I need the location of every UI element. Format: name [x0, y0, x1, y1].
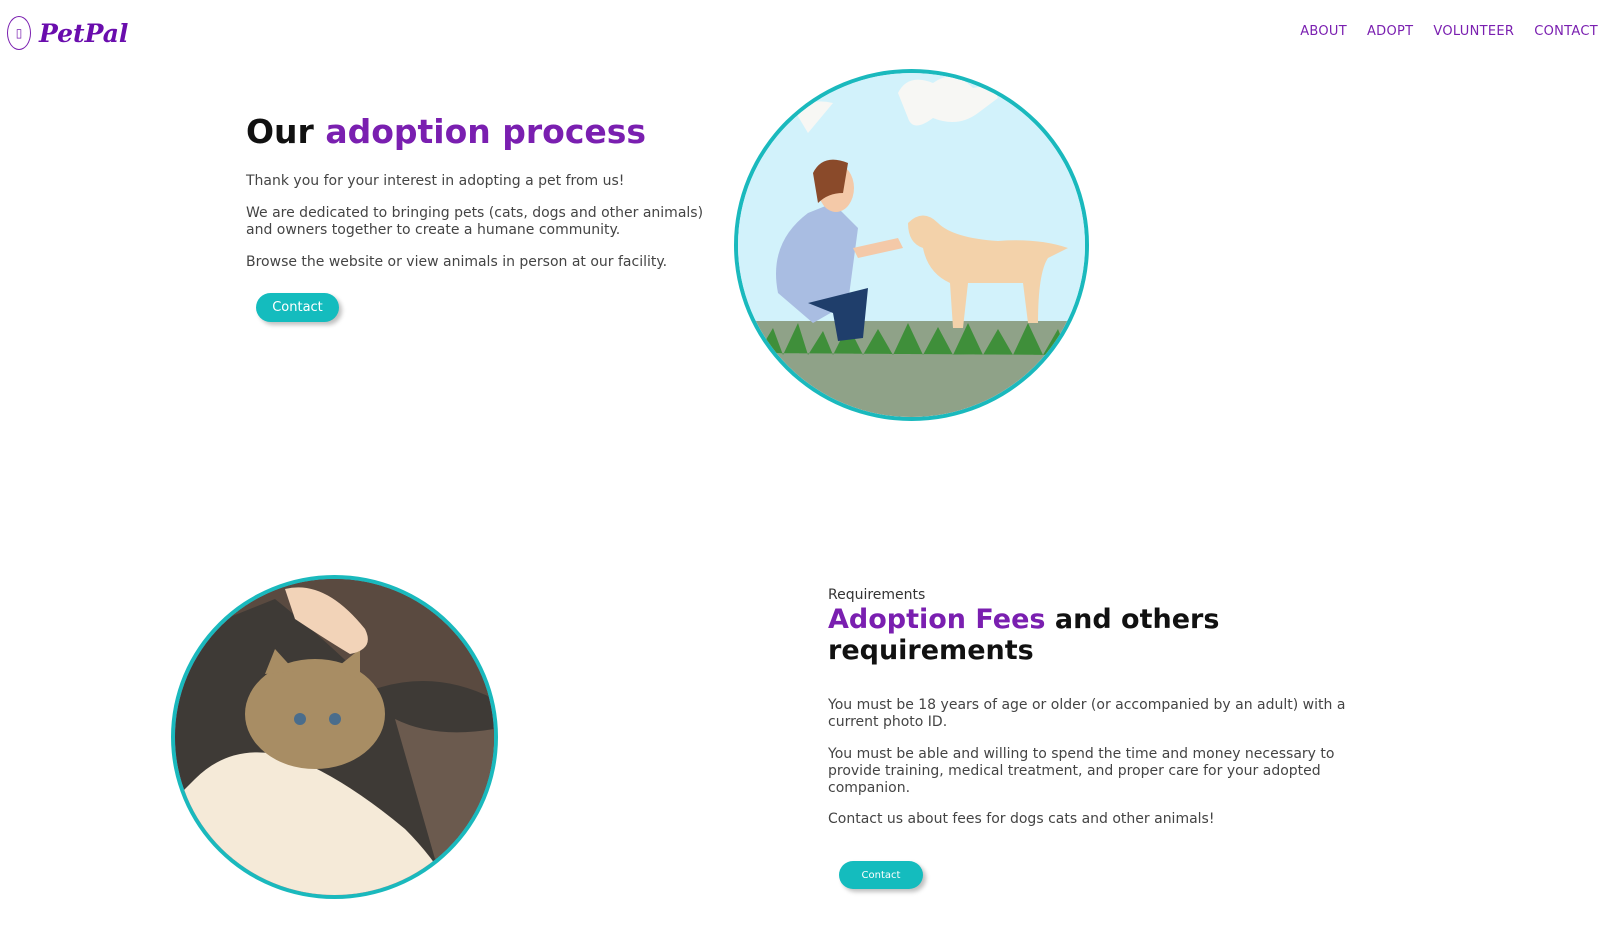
- hero-paragraph: Thank you for your interest in adopting …: [246, 173, 625, 189]
- hero-contact-button[interactable]: Contact: [256, 293, 339, 322]
- phone-outline-icon: ▯: [7, 16, 31, 50]
- hero-paragraph: Browse the website or view animals in pe…: [246, 254, 668, 270]
- main-nav: ABOUT ADOPT VOLUNTEER CONTACT: [1300, 24, 1598, 39]
- hero-title-plain: Our: [246, 112, 314, 151]
- hero-title: Our adoption process: [246, 112, 646, 151]
- hero-paragraph: We are dedicated to bringing pets (cats,…: [246, 205, 704, 238]
- requirements-title: Adoption Fees and others requirements: [828, 604, 1248, 666]
- requirements-title-accent: Adoption Fees: [828, 604, 1046, 635]
- woman-with-dog-illustration: [734, 69, 1089, 421]
- requirements-paragraph: Contact us about fees for dogs cats and …: [828, 811, 1215, 827]
- nav-adopt[interactable]: ADOPT: [1367, 24, 1413, 39]
- hero-title-accent: adoption process: [325, 112, 647, 151]
- nav-about[interactable]: ABOUT: [1300, 24, 1347, 39]
- brand-name: PetPal: [39, 18, 129, 48]
- brand-logo[interactable]: ▯ PetPal: [7, 14, 128, 52]
- nav-contact[interactable]: CONTACT: [1534, 24, 1598, 39]
- requirements-paragraph: You must be 18 years of age or older (or…: [828, 697, 1346, 730]
- requirements-contact-button[interactable]: Contact: [839, 861, 923, 889]
- nav-volunteer[interactable]: VOLUNTEER: [1433, 24, 1514, 39]
- requirements-paragraph: You must be able and willing to spend th…: [828, 746, 1335, 796]
- requirements-eyebrow: Requirements: [828, 587, 926, 603]
- kitten-photo: [171, 575, 498, 899]
